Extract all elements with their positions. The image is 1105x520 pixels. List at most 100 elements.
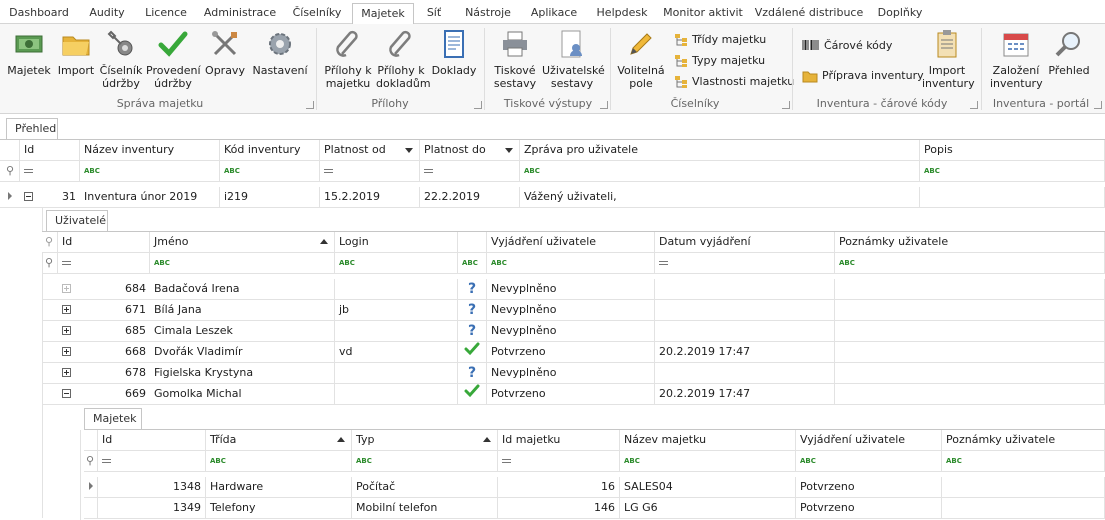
tiskove-sestavy-button[interactable]: Tiskové sestavy xyxy=(492,28,538,90)
col-header-poznamky[interactable]: Poznámky uživatele xyxy=(835,232,1105,252)
group-launcher-icon[interactable] xyxy=(306,101,314,109)
expand-icon[interactable] xyxy=(62,368,71,377)
col-header-login[interactable]: Login xyxy=(335,232,458,252)
col-header-nazev[interactable]: Název inventury xyxy=(80,140,220,160)
table-row[interactable]: 668 Dvořák Vladimír vd Potvrzeno 20.2.2019 1… xyxy=(42,342,1105,363)
filter-platnost-do[interactable] xyxy=(420,161,520,181)
col-header-status[interactable] xyxy=(458,232,487,252)
tab-administrace[interactable]: Administrace xyxy=(198,3,282,24)
col-header-platnost-od[interactable]: Platnost od xyxy=(320,140,420,160)
table-row[interactable]: 669 Gomolka Michal Potvrzeno 20.2.2019 17:4… xyxy=(42,384,1105,405)
group-launcher-icon[interactable] xyxy=(1094,101,1102,109)
expand-toggle[interactable]: 31 xyxy=(20,187,80,207)
group-launcher-icon[interactable] xyxy=(474,101,482,109)
group-launcher-icon[interactable] xyxy=(600,101,608,109)
tab-dashboard[interactable]: Dashboard xyxy=(4,3,74,24)
expand-icon[interactable] xyxy=(62,284,71,293)
prehled-button[interactable]: Přehled xyxy=(1046,28,1092,77)
collapse-icon[interactable] xyxy=(62,389,71,398)
filter-id-majetku[interactable] xyxy=(498,451,620,471)
col-header-typ[interactable]: Typ xyxy=(352,430,498,450)
opravy-button[interactable]: Opravy xyxy=(204,28,246,77)
col-header-popis[interactable]: Popis xyxy=(920,140,1105,160)
tab-nastroje[interactable]: Nástroje xyxy=(458,3,518,24)
import-inventury-button[interactable]: Import inventury xyxy=(922,28,975,90)
col-header-trida[interactable]: Třída xyxy=(206,430,352,450)
table-row[interactable]: 1348 Hardware Počítač 16 SALES04 Potvrzeno xyxy=(84,477,1105,498)
tab-sit[interactable]: Síť xyxy=(416,3,452,24)
filter-datum[interactable] xyxy=(655,253,835,273)
tab-uzivatele[interactable]: Uživatelé xyxy=(46,210,108,232)
col-header-datum[interactable]: Datum vyjádření xyxy=(655,232,835,252)
prilohy-dokladu-button[interactable]: Přílohy k dokladům xyxy=(376,28,431,90)
majetek-button[interactable]: Majetek xyxy=(6,28,52,77)
table-row[interactable]: 685 Cimala Leszek? Nevyplněno xyxy=(42,321,1105,342)
col-header-asset-vyjadreni[interactable]: Vyjádření uživatele xyxy=(796,430,942,450)
table-row[interactable]: 671 Bílá Jana jb? Nevyplněno xyxy=(42,300,1105,321)
import-button[interactable]: Import xyxy=(56,28,96,77)
col-header-zprava[interactable]: Zpráva pro uživatele xyxy=(520,140,920,160)
zalozeni-inventury-button[interactable]: Založení inventury xyxy=(990,28,1043,90)
tab-doplnky[interactable]: Doplňky xyxy=(870,3,930,24)
col-header-vyjadreni[interactable]: Vyjádření uživatele xyxy=(487,232,655,252)
filter-typ[interactable]: ABC xyxy=(352,451,498,471)
tab-monitor-aktivit[interactable]: Monitor aktivit xyxy=(660,3,746,24)
tab-aplikace[interactable]: Aplikace xyxy=(524,3,584,24)
group-launcher-icon[interactable] xyxy=(970,101,978,109)
col-header-kod[interactable]: Kód inventury xyxy=(220,140,320,160)
search-icon[interactable] xyxy=(84,430,98,450)
filter-trida[interactable]: ABC xyxy=(206,451,352,471)
expand-icon[interactable] xyxy=(62,347,71,356)
tab-audity[interactable]: Audity xyxy=(76,3,138,24)
col-header-jmeno[interactable]: Jméno xyxy=(150,232,335,252)
table-row[interactable]: 31 Inventura únor 2019 i219 15.2.2019 22… xyxy=(0,187,1105,208)
col-header-user-id[interactable]: Id xyxy=(58,232,150,252)
col-header-asset-poznamky[interactable]: Poznámky uživatele xyxy=(942,430,1105,450)
col-header-id[interactable]: Id xyxy=(20,140,80,160)
tab-prehled[interactable]: Přehled xyxy=(6,118,58,140)
filter-asset-id[interactable] xyxy=(98,451,206,471)
filter-user-id[interactable] xyxy=(58,253,150,273)
collapse-icon[interactable] xyxy=(24,192,33,201)
nastaveni-button[interactable]: Nastavení xyxy=(252,28,308,77)
expand-toggle[interactable]: 685 xyxy=(58,321,150,341)
table-row[interactable]: 1349 Telefony Mobilní telefon 146 LG G6 Potvr… xyxy=(84,498,1105,519)
tab-licence[interactable]: Licence xyxy=(138,3,194,24)
tab-majetek[interactable]: Majetek xyxy=(352,3,414,25)
typy-majetku-button[interactable]: Typy majetku xyxy=(674,53,765,69)
tridy-majetku-button[interactable]: Třídy majetku xyxy=(674,32,766,48)
prilohy-majetku-button[interactable]: Přílohy k majetku xyxy=(324,28,372,90)
filter-nazev[interactable]: ABC xyxy=(80,161,220,181)
group-launcher-icon[interactable] xyxy=(782,101,790,109)
ciselnik-udrzby-button[interactable]: Číselník údržby xyxy=(98,28,144,90)
filter-jmeno[interactable]: ABC xyxy=(150,253,335,273)
filter-login[interactable]: ABC xyxy=(335,253,458,273)
tab-vzdalene-distribuce[interactable]: Vzdálené distribuce xyxy=(754,3,864,24)
filter-zprava[interactable]: ABC xyxy=(520,161,920,181)
filter-platnost-od[interactable] xyxy=(320,161,420,181)
filter-poznamky[interactable]: ABC xyxy=(835,253,1105,273)
filter-kod[interactable]: ABC xyxy=(220,161,320,181)
table-row[interactable]: 678 Figielska Krystyna? Nevyplněno xyxy=(42,363,1105,384)
filter-id[interactable] xyxy=(20,161,80,181)
provedeni-udrzby-button[interactable]: Provedení údržby xyxy=(146,28,201,90)
filter-asset-vyjadreni[interactable]: ABC xyxy=(796,451,942,471)
filter-status[interactable]: ABC xyxy=(458,253,487,273)
uzivatelske-sestavy-button[interactable]: Uživatelské sestavy xyxy=(542,28,605,90)
table-row[interactable]: 684 Badačová Irena? Nevyplněno xyxy=(42,279,1105,300)
priprava-inventury-button[interactable]: Příprava inventury xyxy=(802,68,924,84)
expand-toggle[interactable]: 668 xyxy=(58,342,150,362)
filter-asset-poznamky[interactable]: ABC xyxy=(942,451,1105,471)
expand-toggle[interactable]: 671 xyxy=(58,300,150,320)
expand-icon[interactable] xyxy=(62,326,71,335)
expand-toggle[interactable]: 669 xyxy=(58,384,150,404)
tab-ciselniky[interactable]: Číselníky xyxy=(284,3,350,24)
filter-popis[interactable]: ABC xyxy=(920,161,1105,181)
expand-toggle[interactable]: 684 xyxy=(58,279,150,299)
doklady-button[interactable]: Doklady xyxy=(430,28,478,77)
expand-icon[interactable] xyxy=(62,305,71,314)
filter-vyjadreni[interactable]: ABC xyxy=(487,253,655,273)
vlastnosti-majetku-button[interactable]: Vlastnosti majetku xyxy=(674,74,794,90)
tab-majetek-detail[interactable]: Majetek xyxy=(84,408,142,430)
col-header-asset-id[interactable]: Id xyxy=(98,430,206,450)
